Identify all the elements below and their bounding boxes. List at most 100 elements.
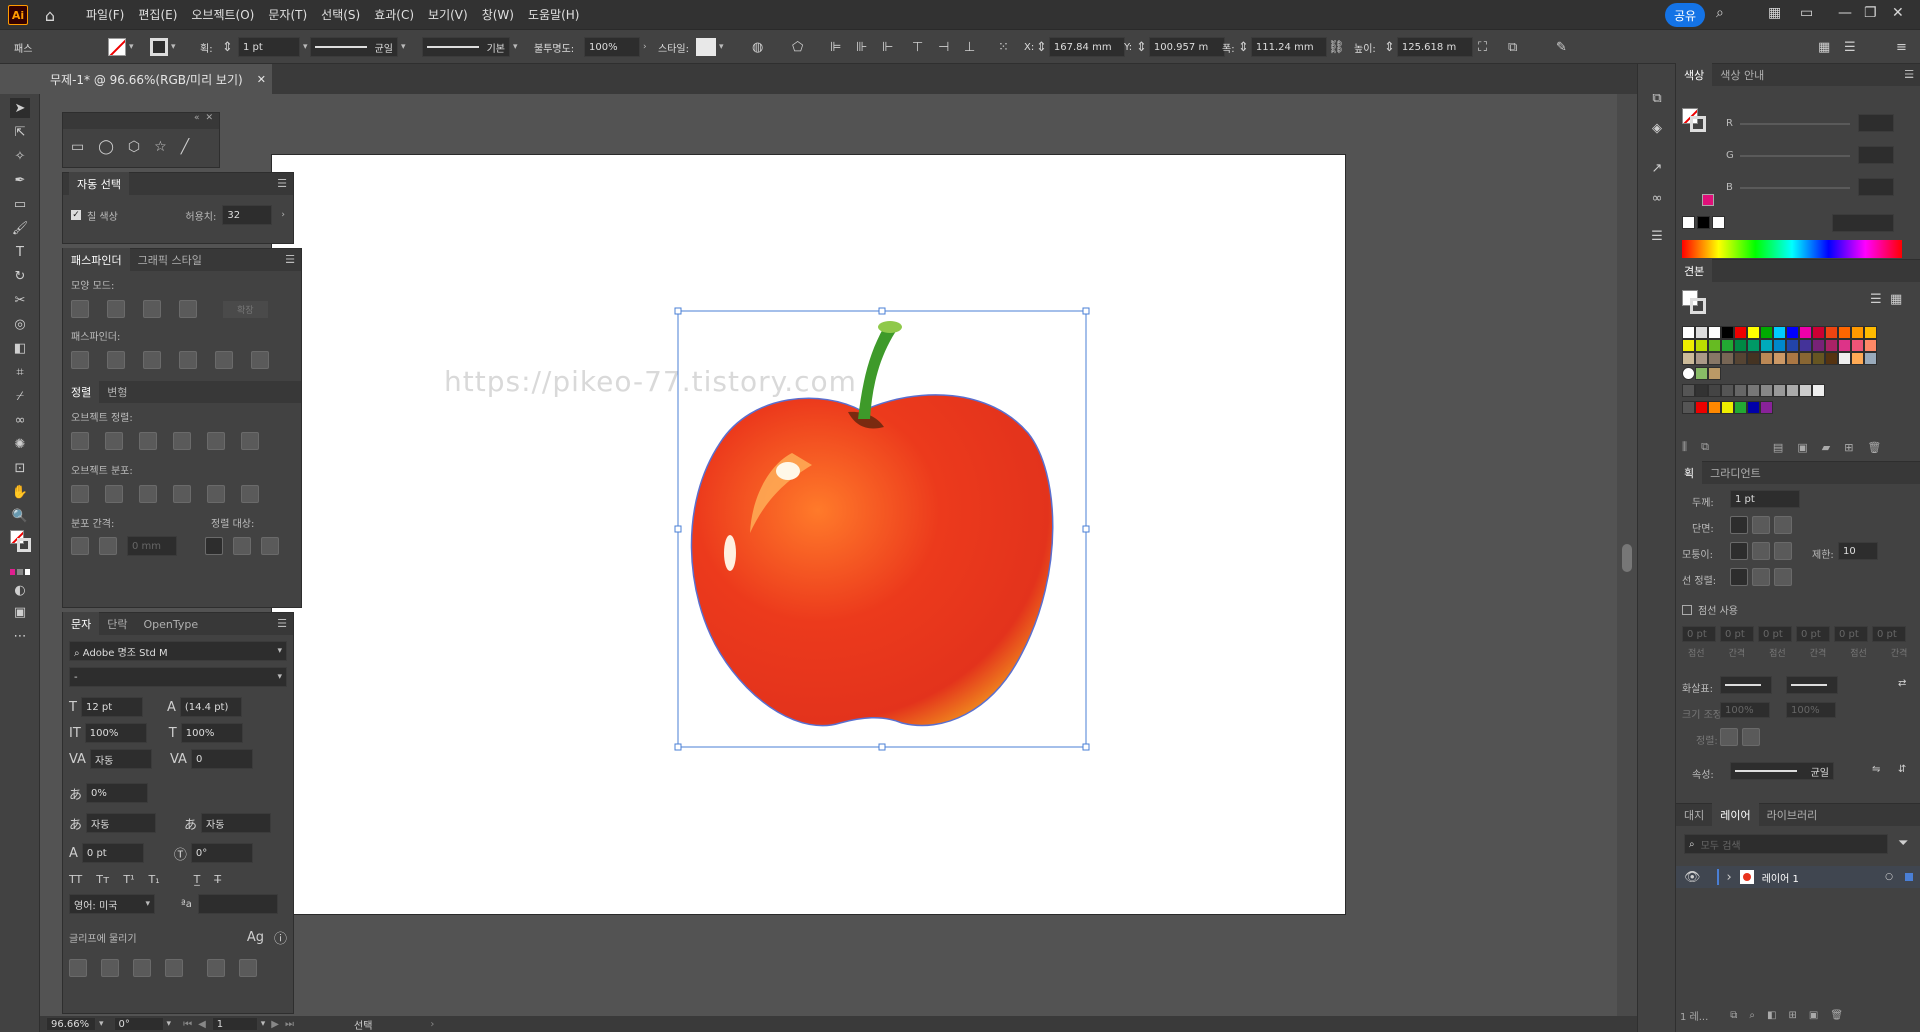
star-tool-icon[interactable]: ☆ [154,139,167,155]
libraries-icon[interactable]: ◈ [1647,118,1667,138]
subscript-icon[interactable]: T₁ [149,873,160,886]
chevron-right-icon[interactable]: › [1727,870,1732,885]
reference-point-icon[interactable]: ⁙ [998,37,1009,57]
stroke-weight-field[interactable]: 1 pt [238,37,300,57]
collect-export-icon[interactable]: ⧉ [1730,1010,1737,1021]
pathfinder-tab[interactable]: 패스파인더 [63,248,130,272]
home-icon[interactable]: ⌂ [40,5,60,25]
menu-effect[interactable]: 효과(C) [374,6,414,23]
panel-options-icon[interactable]: ☰ [1844,37,1856,57]
dash-3-field[interactable]: 0 pt [1834,626,1868,642]
align-left-button[interactable] [71,432,89,450]
round-cap-button[interactable] [1752,516,1770,534]
status-menu-icon[interactable]: › [430,1019,434,1030]
start-arrow-field[interactable] [1720,676,1772,694]
vertical-scale-field[interactable]: 100% [84,723,147,743]
r-slider[interactable] [1740,123,1850,125]
font-size-field[interactable]: 12 pt [80,697,143,717]
new-sublayer-icon[interactable]: ⊞ [1788,1010,1796,1021]
export-icon[interactable]: ↗ [1647,158,1667,178]
distribute-top-button[interactable] [71,485,89,503]
r-field[interactable] [1858,114,1894,132]
apple-artwork[interactable] [672,293,1092,753]
links-icon[interactable]: ∞ [1647,188,1667,208]
swatch-libraries-icon[interactable]: ⫼ [1682,440,1687,454]
polygon-tool-icon[interactable]: ⬡ [128,139,140,155]
hex-field[interactable] [1832,214,1894,232]
merge-button[interactable] [143,351,161,369]
mesh-tool-icon[interactable]: ⌗ [10,362,30,382]
none-swatch[interactable] [1682,216,1695,229]
paintbrush-tool-icon[interactable]: 🖌 [10,218,30,238]
artboard-number-field[interactable]: 1 [211,1017,258,1031]
magic-wand-tool-icon[interactable]: ✧ [10,146,30,166]
distribute-left-button[interactable] [173,485,191,503]
align-to-artboard-button[interactable] [261,537,279,555]
clipping-mask-icon[interactable]: ◧ [1767,1010,1776,1021]
stroke-tab[interactable]: 획 [1676,461,1703,485]
panel-menu-icon[interactable]: ☰ [277,177,287,190]
stroke-weight-stepper[interactable]: ⇕ [222,37,233,57]
white-swatch[interactable] [1712,216,1725,229]
flip-across-icon[interactable]: ⇵ [1898,764,1906,775]
vertical-scrollbar[interactable] [1617,94,1637,1016]
align-hcenter-icon[interactable]: ⊪ [856,37,867,57]
layers-tab[interactable]: 레이어 [1712,803,1759,827]
last-artboard-icon[interactable]: ⏭ [285,1019,294,1030]
magic-wand-tab[interactable]: 자동 선택 [69,172,129,196]
chevron-down-icon[interactable]: ▾ [303,42,308,52]
shape-builder-tool-icon[interactable]: ◎ [10,314,30,334]
close-icon[interactable]: ✕ [1892,5,1904,21]
filter-icon[interactable]: ⏷ [1898,836,1908,851]
intersect-button[interactable] [143,300,161,318]
chevron-down-icon[interactable]: ▾ [261,1019,266,1029]
panel-menu-icon[interactable]: ☰ [285,253,295,266]
document-tab[interactable]: 무제-1* @ 96.66%(RGB/미리 보기) ✕ [40,64,272,94]
arrow-scale-end-field[interactable]: 100% [1786,702,1836,718]
aki-left-field[interactable]: 자동 [86,813,157,833]
miter-join-button[interactable] [1730,542,1748,560]
profile-field[interactable]: 균일 [1730,762,1834,780]
glyph-icon[interactable]: Ag [247,930,264,945]
target-icon[interactable]: ○ [1885,872,1893,882]
menu-object[interactable]: 오브젝트(O) [191,6,254,23]
align-bottom-button[interactable] [241,432,259,450]
graphic-style-swatch[interactable]: ▾ [696,37,724,57]
align-to-selection-button[interactable] [233,537,251,555]
horizontal-scale-field[interactable]: 100% [180,723,243,743]
chevron-right-icon[interactable]: › [281,210,285,220]
type-tool-icon[interactable]: T [10,242,30,262]
isolate-icon[interactable]: ⧉ [1508,37,1517,57]
trim-button[interactable] [107,351,125,369]
fill-stroke-indicator[interactable] [10,530,31,552]
libraries-tab[interactable]: 라이브러리 [1759,803,1826,827]
y-field[interactable]: 100.957 m [1148,37,1225,57]
share-button[interactable]: 공유 [1665,3,1705,27]
zoom-tool-icon[interactable]: 🔍 [10,506,30,526]
h-field[interactable]: 125.618 m [1396,37,1473,57]
stepper-icon[interactable]: ⇕ [1384,40,1395,55]
shape-icon[interactable]: ⬠ [792,37,803,57]
layer-row[interactable]: 👁 › 레이어 1 ○ [1676,866,1920,888]
next-artboard-icon[interactable]: ▶ [271,1019,279,1030]
g-field[interactable] [1858,146,1894,164]
stepper-icon[interactable]: ⇕ [1238,40,1249,55]
chevron-down-icon[interactable]: ▾ [167,1019,172,1029]
font-style-field[interactable]: - ▾ [69,667,287,687]
vertical-spacing-button[interactable] [71,537,89,555]
vertical-scroll-thumb[interactable] [1622,544,1632,572]
window-layout-icon[interactable]: ▭ [1800,5,1813,21]
outline-button[interactable] [215,351,233,369]
w-field[interactable]: 111.24 mm [1250,37,1327,57]
menu-view[interactable]: 보기(V) [428,6,468,23]
align-tab[interactable]: 정렬 [63,380,100,404]
align-right-button[interactable] [139,432,157,450]
snap-baseline-button[interactable] [69,959,87,977]
artboard-tool-icon[interactable]: ⊡ [10,458,30,478]
restore-icon[interactable]: ❐ [1864,5,1877,21]
round-join-button[interactable] [1752,542,1770,560]
stroke-indicator[interactable] [1690,116,1706,132]
rotate-view-field[interactable]: 0° [113,1017,164,1031]
handle-bottom-center[interactable] [878,743,886,751]
snap-glyph-bounds-button[interactable] [133,959,151,977]
